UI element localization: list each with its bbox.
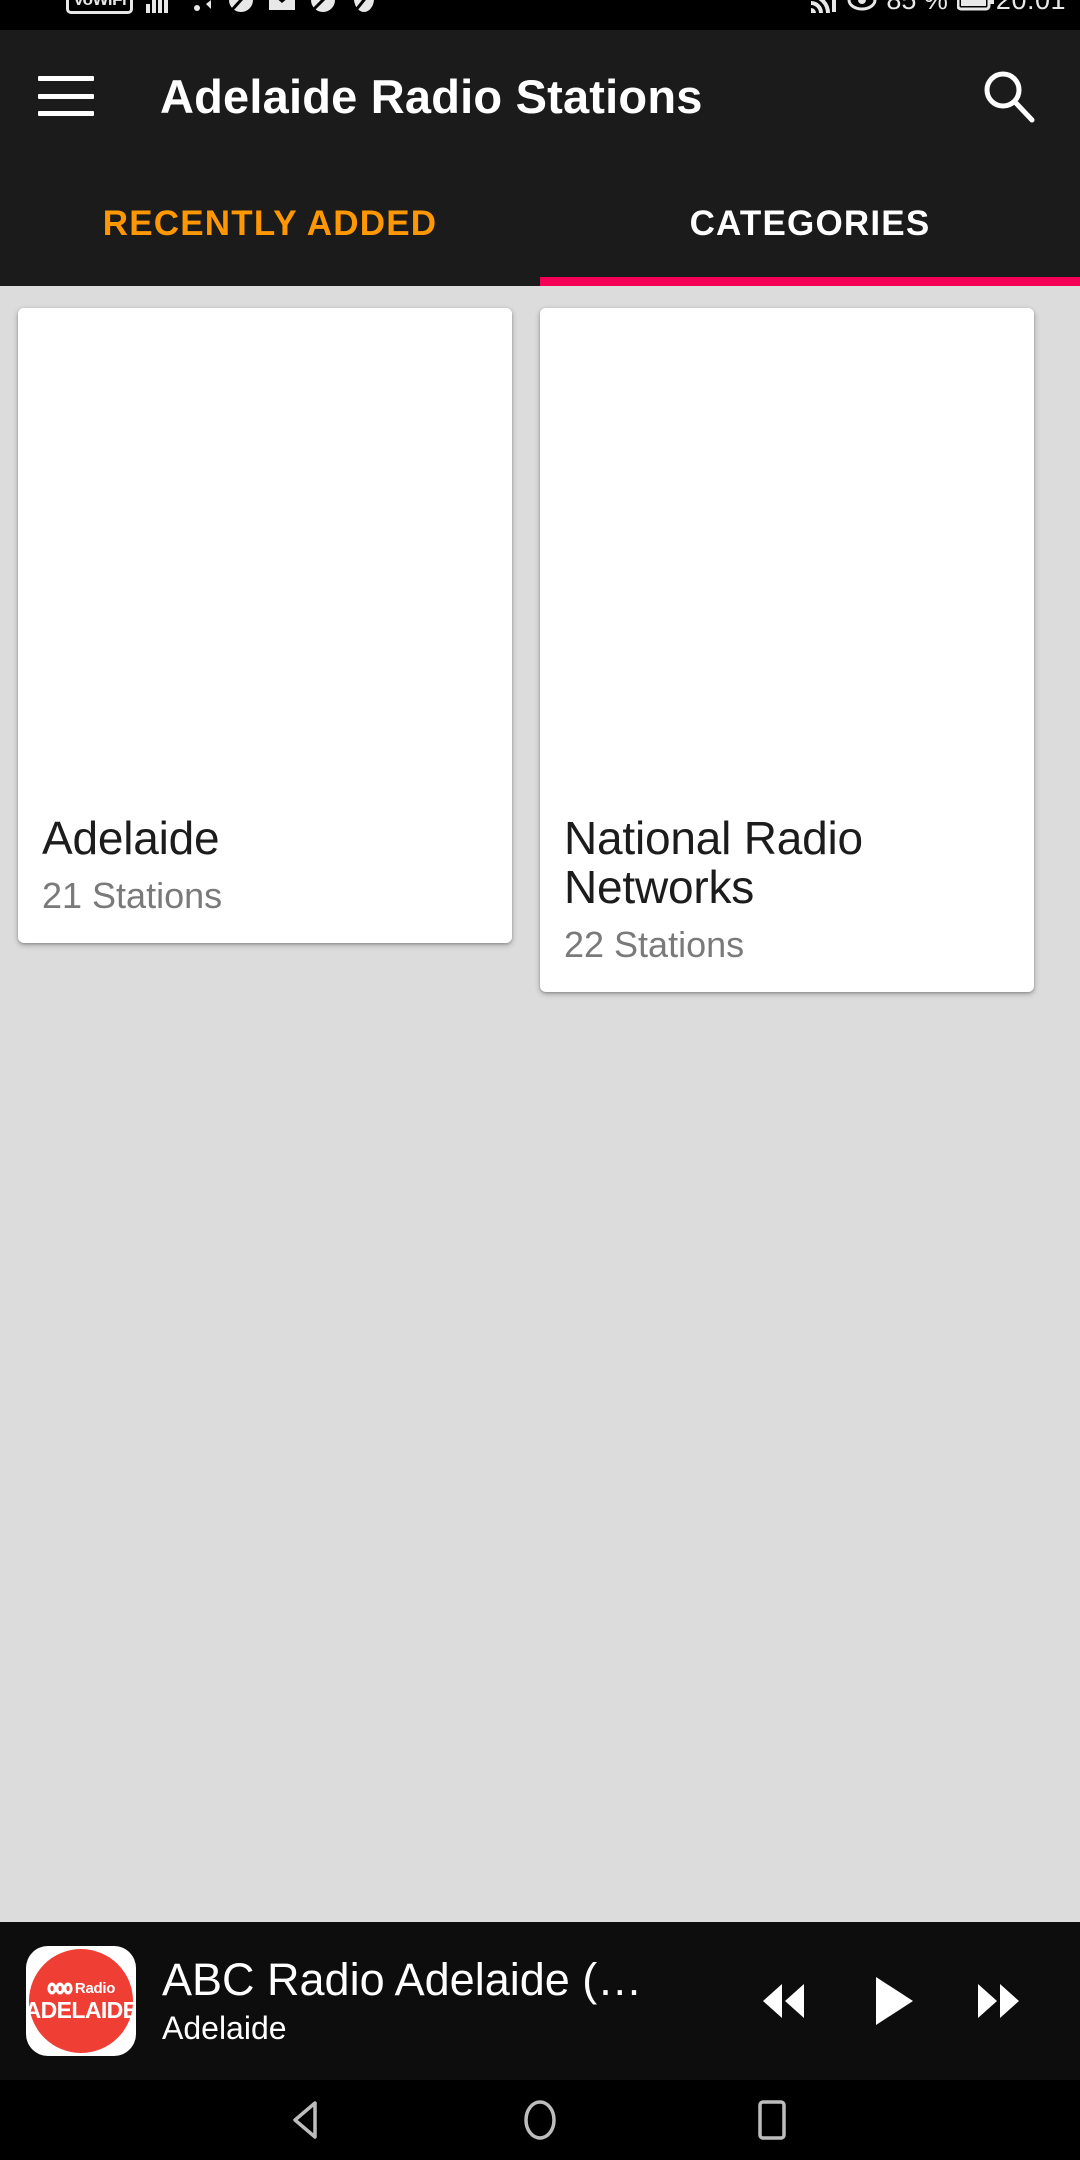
nav-home-button[interactable] [509,2089,571,2151]
category-card-body: Adelaide 21 Stations [18,808,512,943]
category-card-station-count: 21 Stations [42,875,223,917]
rewind-button[interactable] [746,1964,820,2038]
tab-categories-label: CATEGORIES [689,204,931,243]
wifi-icon [185,0,215,14]
android-nav-bar [0,2080,1080,2160]
nav-back-button[interactable] [277,2089,339,2151]
status-bar-right-icons: 85 % 20:01 [808,0,1066,14]
category-card-station-count: 22 Stations [564,924,745,966]
now-playing-subtitle: Adelaide [162,2009,287,2046]
category-card-title: National Radio Networks [564,812,863,914]
category-card-grid: Adelaide 21 Stations National Radio Netw… [18,308,1062,993]
station-logo-text: Radio ADELAIDE [26,1981,136,2022]
now-playing-title: ABC Radio Adelaide (… [162,1955,643,2006]
page-title: Adelaide Radio Stations [160,69,703,123]
station-logo: Radio ADELAIDE [26,1946,136,2056]
play-button[interactable] [854,1964,928,2038]
signal-bars-icon [144,0,174,14]
player-controls [746,1964,1036,2038]
do-not-disturb-icon [308,0,338,14]
category-card-thumbnail [18,308,512,808]
category-card-thumbnail [540,308,1034,808]
nav-recents-button[interactable] [741,2089,803,2151]
abc-logo-icon [47,1982,73,1994]
app-bar: Adelaide Radio Stations [0,30,1080,162]
tab-bar: RECENTLY ADDED CATEGORIES [0,162,1080,286]
battery-percent-label: 85 % [886,0,948,15]
tab-categories[interactable]: CATEGORIES [540,162,1080,286]
email-icon [267,0,297,14]
now-playing-bar[interactable]: Radio ADELAIDE ABC Radio Adelaide (… Ade… [0,1922,1080,2080]
vowifi-badge: VoWiFi [66,0,134,14]
category-card-body: National Radio Networks 22 Stations [540,808,1034,992]
search-icon[interactable] [976,64,1040,128]
station-logo-radio-label: Radio [74,1979,116,1997]
fast-forward-button[interactable] [962,1964,1036,2038]
station-logo-city-label: ADELAIDE [26,1996,136,2023]
now-playing-meta: ABC Radio Adelaide (… Adelaide [162,1955,746,2046]
station-logo-line1: Radio [26,1981,136,1996]
status-bar-left-icons: VoWiFi [66,0,379,14]
phone-screen: VoWiFi [0,0,1080,2160]
alarm-off-icon [349,0,379,14]
category-card-adelaide[interactable]: Adelaide 21 Stations [18,308,512,944]
category-card-national-radio-networks[interactable]: National Radio Networks 22 Stations [540,308,1034,993]
category-card-title: Adelaide [42,812,220,864]
sync-disabled-icon [226,0,256,14]
tab-recently-added-label: RECENTLY ADDED [102,204,438,243]
hamburger-menu-icon[interactable] [38,76,94,116]
status-bar: VoWiFi [0,0,1080,30]
battery-icon [956,0,994,14]
cast-icon [808,0,838,14]
status-bar-clock: 20:01 [995,0,1066,15]
tab-indicator [540,277,1080,286]
content-area: Adelaide 21 Stations National Radio Netw… [0,286,1080,1384]
eye-icon [847,0,877,14]
tab-recently-added[interactable]: RECENTLY ADDED [0,162,540,286]
